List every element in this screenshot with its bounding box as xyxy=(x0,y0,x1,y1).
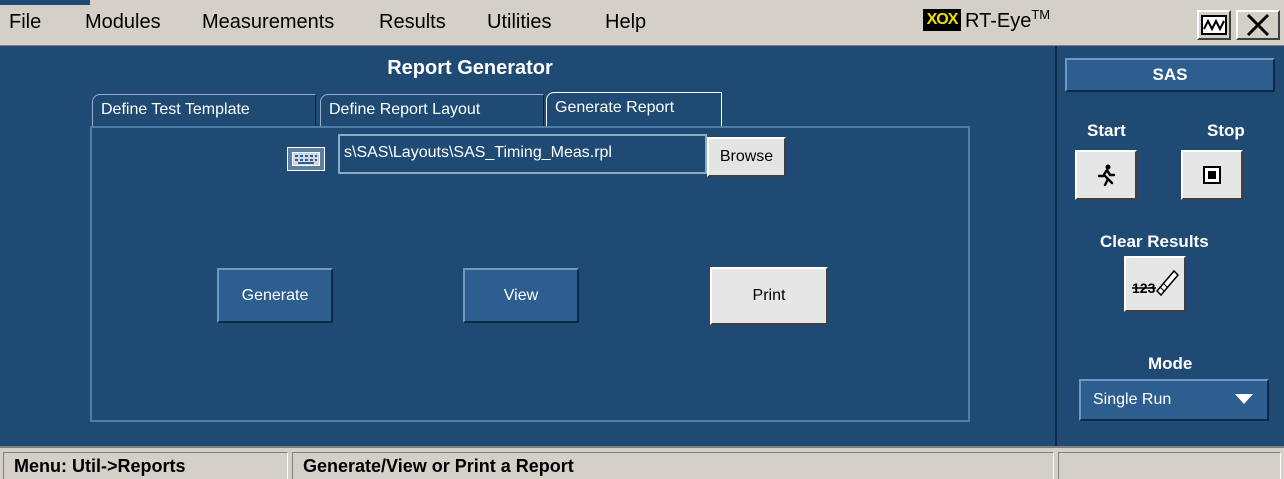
stop-button[interactable] xyxy=(1181,150,1243,200)
chevron-down-icon xyxy=(1235,394,1253,404)
keyboard-glyph-icon xyxy=(292,152,320,166)
brand-name: RT-EyeTM xyxy=(965,7,1051,33)
tab-generate-report[interactable]: Generate Report xyxy=(546,92,722,126)
waveform-glyph-icon xyxy=(1201,15,1227,35)
app-brand: XOX RT-EyeTM xyxy=(923,7,1051,37)
menu-measurements[interactable]: Measurements xyxy=(202,11,334,34)
status-message: Generate/View or Print a Report xyxy=(292,452,1054,479)
browse-button[interactable]: Browse xyxy=(707,137,786,177)
mode-dropdown[interactable]: Single Run xyxy=(1079,379,1269,421)
clear-results-label: Clear Results xyxy=(1100,232,1209,251)
tab-define-test-template[interactable]: Define Test Template xyxy=(92,94,316,126)
menu-modules[interactable]: Modules xyxy=(85,11,161,34)
menu-help[interactable]: Help xyxy=(605,11,646,34)
status-bar: Menu: Util->Reports Generate/View or Pri… xyxy=(0,446,1284,479)
menu-bar: File Modules Measurements Results Utilit… xyxy=(0,0,1284,46)
menu-results[interactable]: Results xyxy=(379,11,446,34)
menu-utilities[interactable]: Utilities xyxy=(487,11,551,34)
menu-accent-strip xyxy=(0,0,90,5)
eraser-icon: 123 xyxy=(1132,269,1180,297)
mode-label: Mode xyxy=(1148,354,1193,373)
report-generator-panel: Report Generator Define Test Template De… xyxy=(0,46,1055,446)
panel-title: Report Generator xyxy=(387,57,553,79)
menu-file[interactable]: File xyxy=(9,11,41,34)
generate-button[interactable]: Generate xyxy=(217,268,333,323)
mode-value: Single Run xyxy=(1093,391,1172,408)
print-button[interactable]: Print xyxy=(710,267,828,325)
close-icon[interactable] xyxy=(1236,10,1280,40)
clear-results-button[interactable]: 123 xyxy=(1124,256,1186,312)
stop-label: Stop xyxy=(1207,121,1245,140)
status-extra xyxy=(1058,452,1281,479)
trademark: TM xyxy=(1031,7,1051,22)
waveform-icon[interactable] xyxy=(1197,10,1231,40)
stop-square-icon xyxy=(1203,166,1221,184)
close-x-icon xyxy=(1246,13,1270,37)
start-button[interactable] xyxy=(1075,150,1137,200)
tab-define-report-layout[interactable]: Define Report Layout xyxy=(320,94,544,126)
xox-logo-icon: XOX xyxy=(923,9,961,31)
brand-name-text: RT-Eye xyxy=(965,10,1032,32)
running-man-icon xyxy=(1097,164,1116,186)
standard-header: SAS xyxy=(1065,58,1275,92)
control-panel: SAS Start Stop Clear Results 123 Mode Si… xyxy=(1055,46,1284,446)
view-button[interactable]: View xyxy=(463,268,579,323)
keyboard-icon[interactable] xyxy=(287,147,325,171)
status-menu-path: Menu: Util->Reports xyxy=(3,452,288,479)
report-file-path-input[interactable]: s\SAS\Layouts\SAS_Timing_Meas.rpl xyxy=(338,134,707,174)
start-label: Start xyxy=(1087,121,1126,140)
